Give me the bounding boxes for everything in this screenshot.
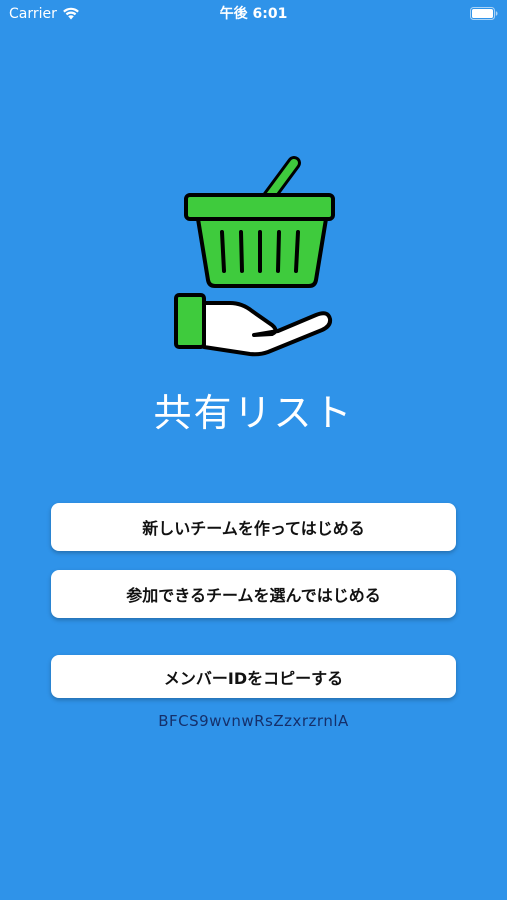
app-title: 共有リスト [153,391,354,435]
copy-member-id-button[interactable]: メンバーIDをコピーする [51,655,456,698]
create-team-button-label: 新しいチームを作ってはじめる [142,519,365,538]
status-bar: Carrier 午後 6:01 [0,0,507,28]
battery-icon [470,7,498,20]
copy-member-id-button-label: メンバーIDをコピーする [163,668,344,688]
create-team-button[interactable]: 新しいチームを作ってはじめる [51,503,456,551]
status-time: 午後 6:01 [219,6,288,22]
member-id-text: BFCS9wvnwRsZzxrzrnlA [158,712,349,730]
join-team-button[interactable]: 参加できるチームを選んではじめる [51,570,456,618]
join-team-button-label: 参加できるチームを選んではじめる [126,586,381,605]
basket-hand-icon [174,156,335,357]
